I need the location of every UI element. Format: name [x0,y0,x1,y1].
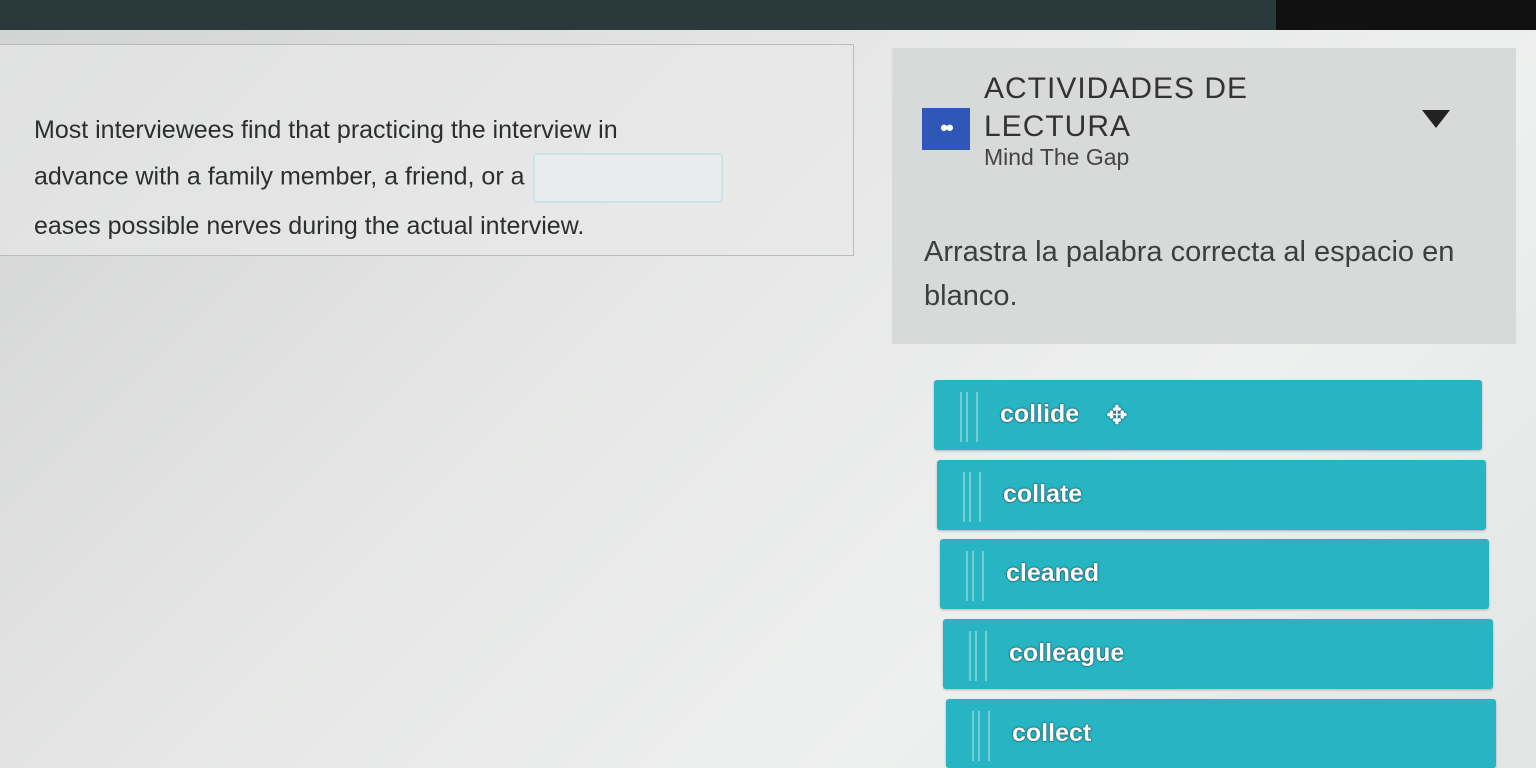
word-tile-collect[interactable]: collect [946,699,1496,768]
word-label: cleaned [1006,559,1100,587]
word-label: collect [1012,719,1092,747]
drag-handle-icon[interactable] [972,711,990,761]
chevron-down-icon[interactable] [1422,110,1450,128]
move-cursor-icon: ✥ [1106,400,1128,430]
word-tile-collate[interactable]: collate [937,460,1486,530]
word-tile-colleague[interactable]: colleague [943,619,1493,689]
question-line-2: advance with a family member, a friend, … [34,162,525,191]
drag-handle-icon[interactable] [969,631,987,681]
top-bezel [1276,0,1536,30]
drag-handle-icon[interactable] [960,392,978,442]
glasses-icon: •• [922,108,970,150]
word-tile-collide[interactable]: collide ✥ [934,380,1482,450]
word-label: colleague [1009,639,1125,667]
drag-handle-icon[interactable] [966,551,984,601]
word-label: collate [1003,480,1083,508]
question-line-3: eases possible nerves during the actual … [34,212,585,240]
question-line-1: Most interviewees find that practicing t… [34,116,618,144]
drag-handle-icon[interactable] [963,472,981,522]
panel-subtitle: Mind The Gap [984,144,1130,170]
word-tile-cleaned[interactable]: cleaned [940,539,1489,609]
instruction-text: Arrastra la palabra correcta al espacio … [924,236,1455,312]
activity-screen: Most interviewees find that practicing t… [0,30,1536,768]
answer-gap-dropzone[interactable] [532,153,723,203]
activity-panel: •• ACTIVIDADES DE LECTURA Mind The Gap A… [892,48,1516,344]
word-label: collide [1000,400,1080,428]
panel-title: ACTIVIDADES DE LECTURA [984,72,1249,143]
question-box: Most interviewees find that practicing t… [0,44,854,256]
question-text: Most interviewees find that practicing t… [34,107,814,249]
